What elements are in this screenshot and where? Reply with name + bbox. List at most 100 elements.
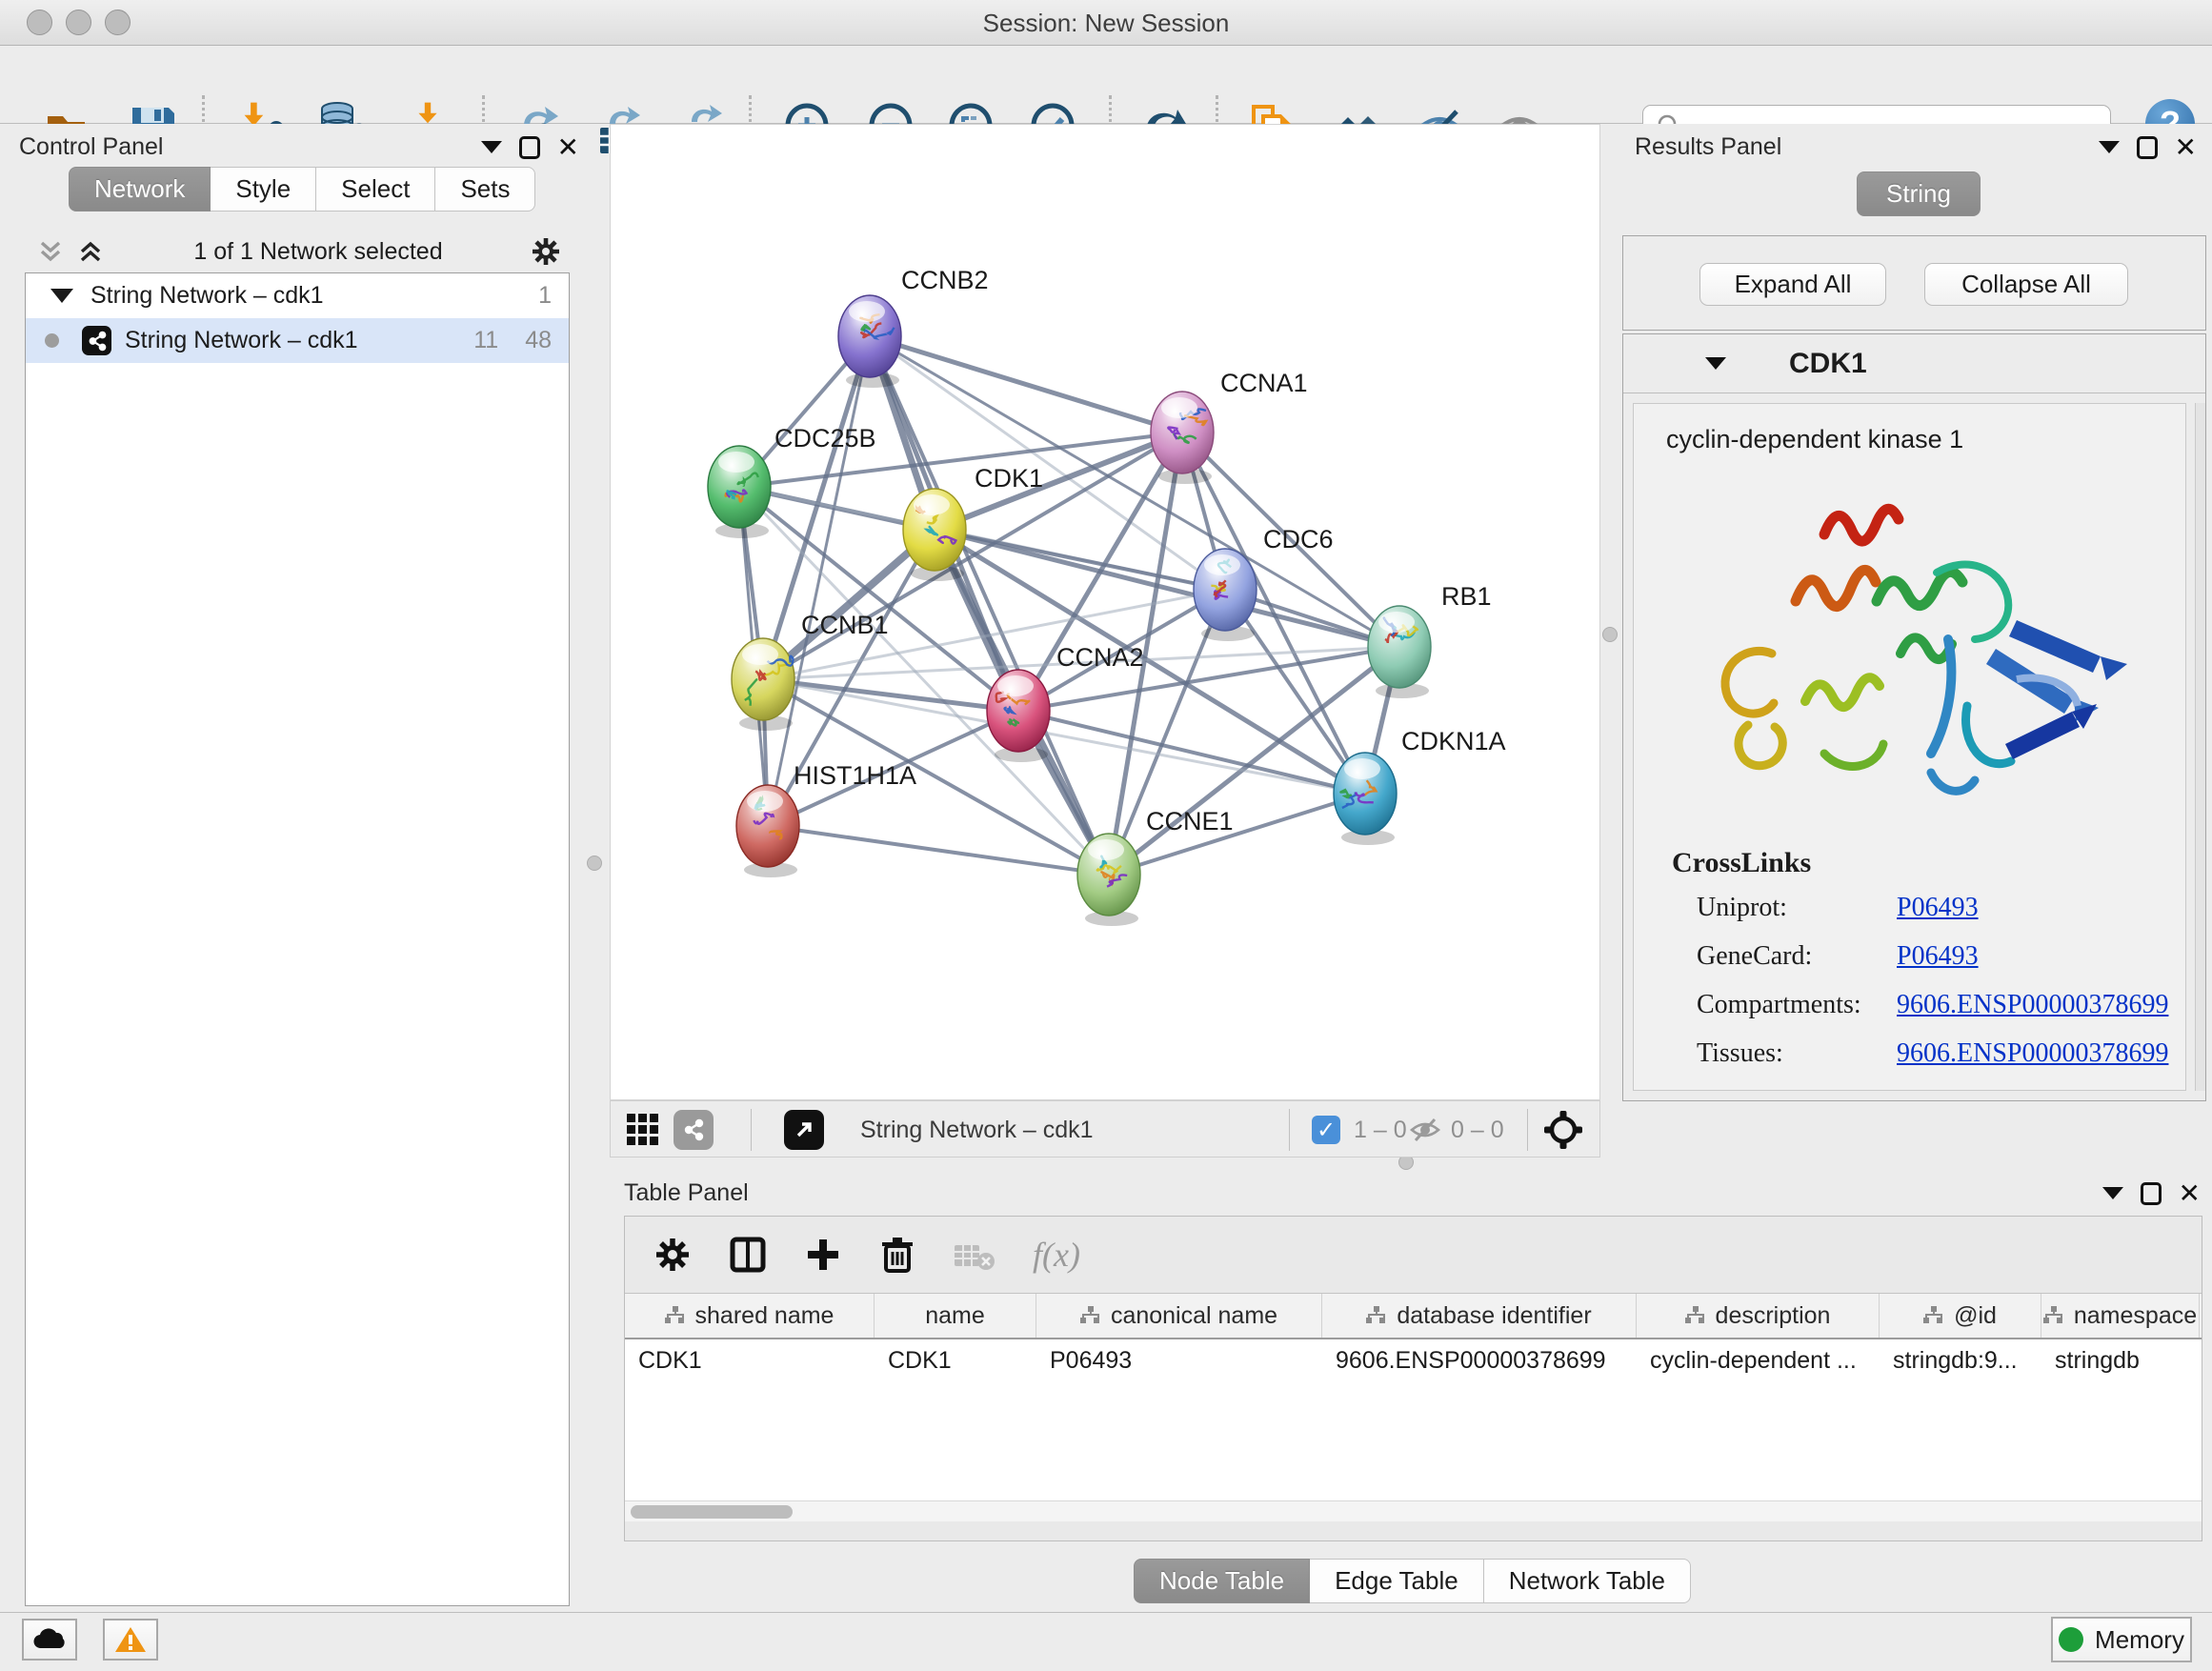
hidden-node-edge-counts: 0 – 0 [1451,1101,1504,1158]
results-scrollbar[interactable] [2195,403,2205,1091]
panel-menu-icon[interactable] [2102,1187,2123,1199]
window-title: Session: New Session [0,0,2212,46]
table-cell[interactable]: CDK1 [875,1339,1036,1383]
collapse-all-button[interactable]: Collapse All [1924,263,2128,306]
tab-select[interactable]: Select [316,167,435,211]
toolbar-separator [751,1109,752,1151]
network-type-button[interactable] [674,1110,714,1150]
network-selection-status: 1 of 1 Network selected [107,238,530,266]
birds-eye-view-button[interactable] [624,1110,662,1153]
float-panel-icon[interactable] [2141,1182,2162,1205]
crosslink-label: Pharos: [1697,1087,1897,1091]
expand-all-icon[interactable] [74,237,107,266]
warning-button[interactable] [103,1619,158,1661]
table-data-row[interactable]: CDK1CDK1P064939606.ENSP00000378699cyclin… [625,1339,2202,1383]
entry-collapse-icon[interactable] [1705,357,1726,370]
column-header-name[interactable]: name [875,1294,1036,1338]
crosslink-label: Tissues: [1697,1038,1897,1069]
table-cell[interactable]: CDK1 [625,1339,875,1383]
node-table: shared namename canonical name database … [625,1293,2202,1521]
column-header-shared-name[interactable]: shared name [625,1294,875,1338]
network-edge[interactable] [763,679,1018,711]
network-row[interactable]: String Network – cdk1 11 48 [26,318,569,363]
network-options-gear-icon[interactable] [530,235,562,268]
fit-selected-button[interactable] [1542,1109,1584,1156]
table-cell[interactable]: stringdb [2041,1339,2200,1383]
tab-node-table[interactable]: Node Table [1134,1559,1310,1603]
table-cell[interactable]: stringdb:9... [1880,1339,2041,1383]
network-node-CCNE1[interactable]: CCNE1 [1077,807,1234,926]
current-network-name: String Network – cdk1 [860,1101,1094,1158]
network-node-count: 11 [473,327,498,354]
tab-network[interactable]: Network [69,167,211,211]
column-header-description[interactable]: description [1637,1294,1880,1338]
node-label: CDC25B [774,424,876,453]
network-edge[interactable] [870,336,1399,647]
network-node-CDKN1A[interactable]: CDKN1A [1334,727,1506,845]
close-panel-icon[interactable]: ✕ [2175,136,2197,159]
cloud-status-button[interactable] [22,1619,77,1661]
network-node-CDK1[interactable]: CDK1 [903,464,1043,581]
column-header-canonical-name[interactable]: canonical name [1036,1294,1322,1338]
protein-structure-image [1681,458,2139,839]
network-collection-row[interactable]: String Network – cdk1 1 [26,273,569,318]
shared-column-icon [665,1306,686,1325]
crosslink-uniprot-link[interactable]: P06493 [1897,893,1979,923]
float-panel-icon[interactable] [2137,136,2158,159]
table-h-scrollbar[interactable] [625,1500,2202,1521]
close-panel-icon[interactable]: ✕ [2179,1182,2201,1205]
function-builder-button: f(x) [1033,1235,1080,1275]
share-icon [682,1118,705,1141]
crosslink-genecard-link[interactable]: P06493 [1897,941,1979,972]
add-column-icon[interactable] [804,1236,842,1274]
network-edge[interactable] [870,336,1182,433]
tab-network-table[interactable]: Network Table [1484,1559,1691,1603]
tree-expander-icon[interactable] [50,289,73,303]
tab-string[interactable]: String [1857,171,1981,216]
toolbar-separator [1289,1109,1290,1151]
crosslink-tissues-link[interactable]: 9606.ENSP00000378699 [1897,1038,2168,1069]
network-node-CCNB2[interactable]: CCNB2 [838,266,989,388]
table-cell[interactable]: P06493 [1036,1339,1322,1383]
table-cell[interactable]: 9606.ENSP00000378699 [1322,1339,1637,1383]
network-edge[interactable] [870,336,1109,875]
column-header-database-identifier[interactable]: database identifier [1322,1294,1637,1338]
control-panel-tabs: Network Style Select Sets [69,167,535,211]
tab-sets[interactable]: Sets [435,167,535,211]
entry-header[interactable]: CDK1 [1623,334,2205,393]
scrollbar-thumb[interactable] [631,1505,793,1519]
delete-column-icon[interactable] [878,1235,916,1275]
network-canvas[interactable]: CCNB2CCNA1CDC25BCDK1CDC6RB1CCNB1CCNA2CDK… [610,124,1600,1100]
open-in-window-button[interactable] [784,1110,824,1150]
crosslink-pharos-link[interactable]: P06493 [1897,1087,1979,1091]
warning-icon [114,1625,147,1654]
panel-menu-icon[interactable] [2099,141,2120,153]
network-edge[interactable] [768,826,1109,875]
right-splitter-handle[interactable] [1602,627,1618,642]
tab-edge-table[interactable]: Edge Table [1310,1559,1484,1603]
crosslink-label: Uniprot: [1697,893,1897,923]
show-columns-icon[interactable] [728,1235,768,1275]
column-header-namespace[interactable]: namespace [2041,1294,2200,1338]
float-panel-icon[interactable] [519,136,540,159]
close-panel-icon[interactable]: ✕ [557,136,579,159]
left-splitter-handle[interactable] [587,856,602,871]
expand-all-button[interactable]: Expand All [1699,263,1886,306]
table-options-gear-icon[interactable] [654,1236,692,1274]
results-controls: Expand All Collapse All [1622,235,2206,331]
column-header--id[interactable]: @id [1880,1294,2041,1338]
control-panel: Control Panel ✕ Network Style Select Set… [0,124,598,1612]
memory-button[interactable]: Memory [2051,1617,2192,1662]
panel-menu-icon[interactable] [481,141,502,153]
grid-icon [624,1110,662,1148]
network-edge[interactable] [1018,711,1365,794]
collapse-all-icon[interactable] [34,237,67,266]
selected-indicator[interactable]: ✓ [1312,1116,1340,1144]
crosslink-compartments-link[interactable]: 9606.ENSP00000378699 [1897,990,2168,1020]
tab-style[interactable]: Style [211,167,316,211]
network-node-CCNA1[interactable]: CCNA1 [1151,369,1308,484]
node-label: HIST1H1A [794,761,916,790]
network-node-RB1[interactable]: RB1 [1368,582,1492,698]
table-cell[interactable]: cyclin-dependent ... [1637,1339,1880,1383]
hidden-indicator[interactable] [1409,1115,1441,1150]
